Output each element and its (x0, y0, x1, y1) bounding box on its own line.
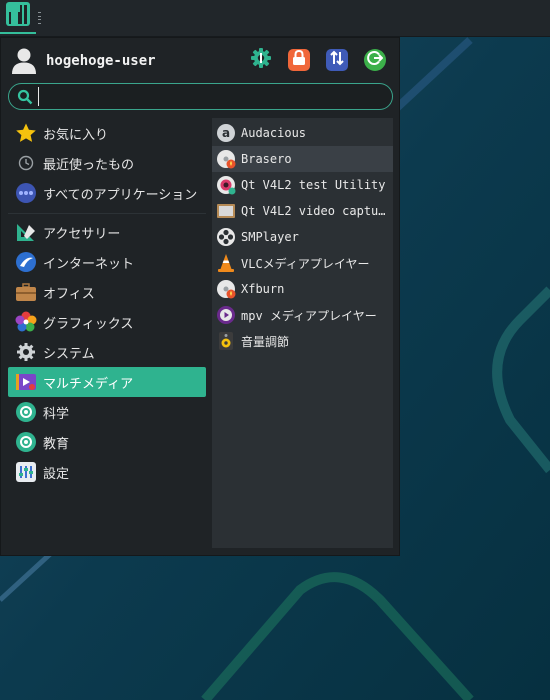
multimedia-icon (15, 371, 37, 393)
gear-icon (250, 47, 272, 73)
switch-user-icon (329, 50, 345, 70)
category-all-applications[interactable]: すべてのアプリケーション (8, 178, 206, 208)
category-label: マルチメディア (43, 376, 134, 392)
app-label: Xfburn (241, 282, 285, 296)
logout-icon (367, 50, 384, 70)
application-list: a Audacious Brasero Qt V4L2 test Utility… (212, 118, 393, 548)
search-input[interactable] (38, 87, 379, 106)
app-label: VLCメディアプレイヤー (241, 256, 370, 271)
app-label: mpv メディアプレイヤー (241, 308, 377, 323)
category-graphics[interactable]: グラフィックス (8, 307, 206, 337)
category-label: グラフィックス (43, 316, 134, 332)
category-label: 最近使ったもの (43, 157, 135, 173)
user-avatar-icon (11, 47, 37, 75)
settings-button[interactable] (250, 47, 272, 73)
category-label: オフィス (43, 286, 95, 302)
category-label: すべてのアプリケーション (43, 187, 198, 203)
system-icon (15, 341, 37, 363)
app-brasero[interactable]: Brasero (212, 146, 393, 172)
app-label: Qt V4L2 test Utility (241, 178, 386, 192)
app-smplayer[interactable]: SMPlayer (212, 224, 393, 250)
star-icon (15, 122, 37, 144)
education-icon (15, 431, 37, 453)
user-row: hogehoge-user (1, 38, 401, 84)
office-icon (15, 281, 37, 303)
category-internet[interactable]: インターネット (8, 247, 206, 277)
panel-handle[interactable] (38, 12, 42, 24)
vlc-icon (216, 253, 236, 273)
svg-text:a: a (222, 126, 230, 140)
qv4l2-icon (216, 175, 236, 195)
internet-icon (15, 251, 37, 273)
settings-icon (15, 461, 37, 483)
app-vlc[interactable]: VLCメディアプレイヤー (212, 250, 393, 276)
category-multimedia[interactable]: マルチメディア (8, 367, 206, 397)
category-label: インターネット (43, 256, 135, 272)
category-recent[interactable]: 最近使ったもの (8, 148, 206, 178)
category-label: システム (43, 346, 95, 362)
app-xfburn[interactable]: Xfburn (212, 276, 393, 302)
smplayer-icon (216, 227, 236, 247)
application-menu: hogehoge-user お気に入り 最近使ったもの すべてのアプリケーション… (0, 37, 400, 556)
category-separator (8, 213, 206, 214)
lock-screen-button[interactable] (288, 49, 310, 71)
apps-icon (15, 182, 37, 204)
app-label: SMPlayer (241, 230, 299, 244)
search-box[interactable] (8, 83, 393, 110)
category-label: アクセサリー (43, 226, 121, 242)
top-panel (0, 0, 550, 37)
app-qvidcap[interactable]: Qt V4L2 video captu… (212, 198, 393, 224)
clock-icon (15, 152, 37, 174)
category-label: 教育 (43, 436, 70, 452)
qvidcap-icon (216, 201, 236, 221)
xfburn-icon (216, 279, 236, 299)
user-name: hogehoge-user (46, 53, 156, 69)
category-settings[interactable]: 設定 (8, 457, 206, 487)
category-label: 設定 (43, 466, 70, 482)
category-list: お気に入り 最近使ったもの すべてのアプリケーション アクセサリー インターネッ… (8, 118, 206, 487)
app-mpv[interactable]: mpv メディアプレイヤー (212, 302, 393, 328)
category-education[interactable]: 教育 (8, 427, 206, 457)
app-audacious[interactable]: a Audacious (212, 120, 393, 146)
lock-icon (292, 49, 306, 70)
switch-user-button[interactable] (326, 49, 348, 71)
category-favorites[interactable]: お気に入り (8, 118, 206, 148)
mpv-icon (216, 305, 236, 325)
category-office[interactable]: オフィス (8, 277, 206, 307)
app-label: Qt V4L2 video captu… (241, 204, 386, 218)
audacious-icon: a (216, 123, 236, 143)
manjaro-logo-icon (5, 1, 31, 31)
category-accessories[interactable]: アクセサリー (8, 217, 206, 247)
app-label: Brasero (241, 152, 292, 166)
app-label: 音量調節 (241, 334, 290, 349)
brasero-icon (216, 149, 236, 169)
category-label: 科学 (43, 406, 70, 422)
category-label: お気に入り (43, 127, 109, 143)
app-volume-control[interactable]: 音量調節 (212, 328, 393, 354)
category-system[interactable]: システム (8, 337, 206, 367)
whisker-menu-button[interactable] (0, 0, 36, 34)
app-label: Audacious (241, 126, 307, 140)
graphics-icon (15, 311, 37, 333)
app-qv4l2[interactable]: Qt V4L2 test Utility (212, 172, 393, 198)
search-icon (17, 89, 33, 105)
volume-control-icon (216, 331, 236, 351)
category-science[interactable]: 科学 (8, 397, 206, 427)
accessories-icon (15, 221, 37, 243)
logout-button[interactable] (364, 49, 386, 71)
science-icon (15, 401, 37, 423)
